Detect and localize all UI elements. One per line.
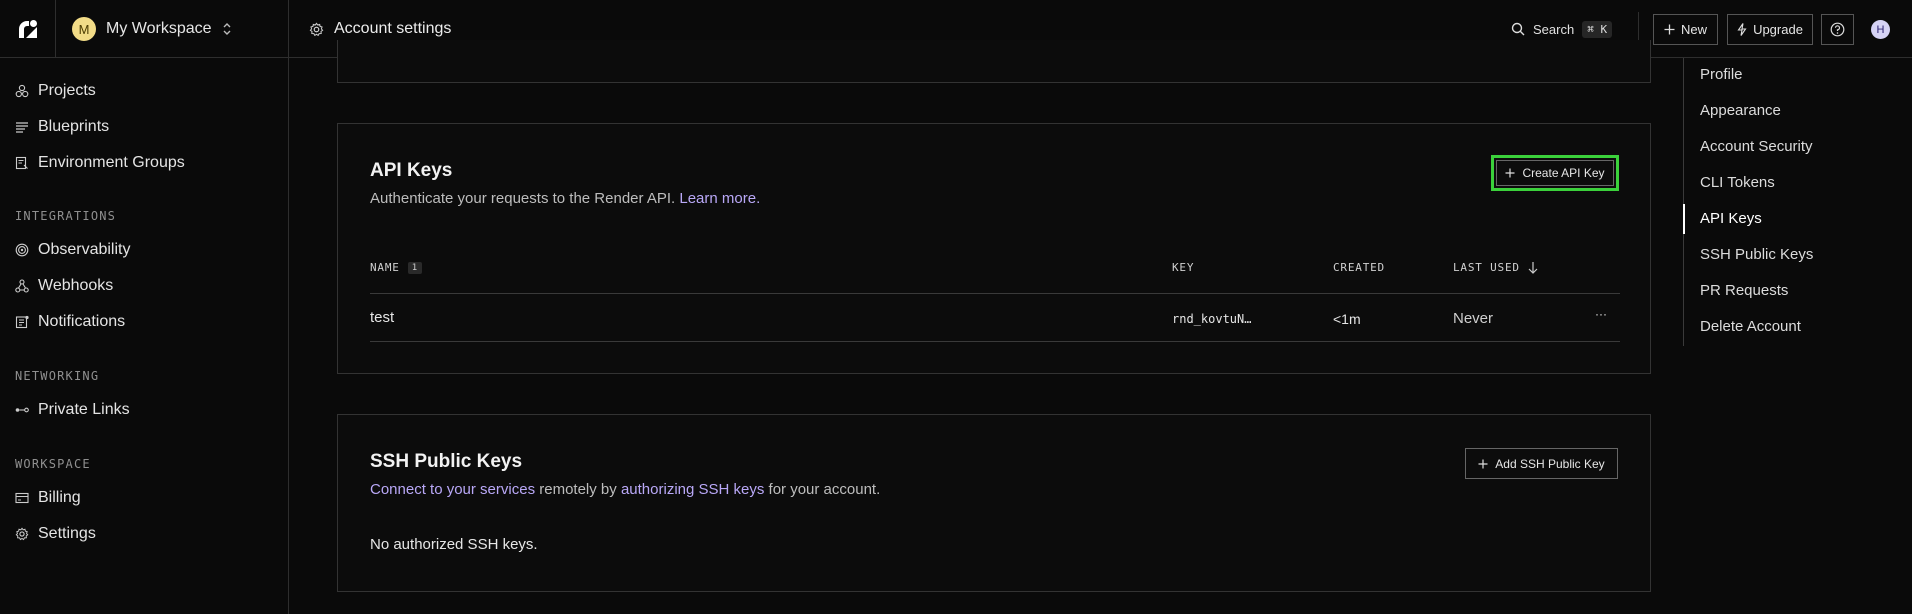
toc-item-api-keys[interactable]: API Keys: [1700, 210, 1762, 227]
search-icon: [1511, 22, 1525, 36]
api-key-created: <1m: [1333, 311, 1361, 327]
sidebar-item-private-links[interactable]: Private Links: [15, 398, 130, 422]
toc-item-pr-requests[interactable]: PR Requests: [1700, 282, 1788, 299]
sidebar-item-environment-groups[interactable]: Environment Groups: [15, 151, 185, 175]
arrow-down-icon: [1528, 262, 1538, 274]
render-logo[interactable]: [0, 0, 56, 58]
previous-section-card: [337, 40, 1651, 83]
api-key-name: test: [370, 309, 395, 326]
ssh-keys-card: SSH Public Keys Connect to your services…: [337, 414, 1651, 592]
add-ssh-key-button[interactable]: Add SSH Public Key: [1465, 448, 1618, 479]
notifications-icon: [15, 315, 29, 329]
toc-item-account-security[interactable]: Account Security: [1700, 138, 1813, 155]
help-icon: [1830, 22, 1845, 37]
plus-icon: [1664, 24, 1675, 35]
render-logo-icon: [18, 20, 37, 38]
column-header-last-used[interactable]: LAST USED: [1453, 261, 1539, 274]
env-groups-icon: [15, 156, 28, 170]
toc-item-cli-tokens[interactable]: CLI Tokens: [1700, 174, 1775, 191]
webhooks-icon: [15, 279, 29, 293]
column-header-name[interactable]: NAME 1: [370, 261, 422, 274]
sidebar-item-settings[interactable]: Settings: [15, 522, 96, 546]
chevron-updown-icon: [222, 22, 232, 36]
sidebar-item-observability[interactable]: Observability: [15, 238, 130, 262]
sidebar-item-blueprints[interactable]: Blueprints: [15, 115, 109, 139]
create-api-key-highlight: Create API Key: [1491, 155, 1619, 191]
workspace-heading: WORKSPACE: [15, 457, 91, 471]
user-avatar[interactable]: H: [1871, 20, 1890, 39]
workspace-name: My Workspace: [106, 20, 212, 37]
authorizing-ssh-keys-link[interactable]: authorizing SSH keys: [621, 481, 764, 498]
sidebar-item-billing[interactable]: Billing: [15, 486, 81, 510]
table-header-divider: [370, 293, 1620, 294]
sidebar-item-projects[interactable]: Projects: [15, 79, 96, 103]
gear-icon: [309, 22, 324, 36]
lightning-icon: [1737, 23, 1747, 36]
toc-item-delete-account[interactable]: Delete Account: [1700, 318, 1801, 335]
learn-more-link[interactable]: Learn more.: [679, 190, 760, 207]
search-shortcut: ⌘ K: [1582, 20, 1613, 38]
search-label: Search: [1533, 21, 1575, 37]
toc-active-indicator: [1683, 204, 1685, 234]
networking-heading: NETWORKING: [15, 369, 100, 383]
help-button[interactable]: [1821, 14, 1854, 45]
billing-icon: [15, 492, 29, 504]
blueprints-icon: [16, 122, 28, 133]
create-api-key-button[interactable]: Create API Key: [1496, 160, 1614, 186]
table-row-divider: [370, 341, 1620, 342]
settings-toc: Profile Appearance Account Security CLI …: [1683, 58, 1912, 346]
column-header-created[interactable]: CREATED: [1333, 261, 1385, 274]
sidebar: Projects Blueprints Environment Groups I…: [0, 58, 289, 614]
projects-icon: [15, 84, 29, 98]
upgrade-button[interactable]: Upgrade: [1727, 14, 1813, 45]
api-key-last-used: Never: [1453, 310, 1494, 327]
observability-icon: [15, 243, 29, 257]
column-header-key: KEY: [1172, 261, 1195, 274]
row-menu-button[interactable]: ···: [1595, 307, 1607, 321]
ssh-keys-description: Connect to your services remotely by aut…: [370, 481, 881, 498]
ssh-keys-empty-state: No authorized SSH keys.: [370, 536, 538, 553]
ssh-keys-title: SSH Public Keys: [370, 451, 523, 472]
workspace-avatar: M: [72, 17, 96, 41]
workspace-switcher[interactable]: M My Workspace: [56, 0, 289, 58]
integrations-heading: INTEGRATIONS: [15, 209, 117, 223]
new-button[interactable]: New: [1653, 14, 1718, 45]
api-keys-title: API Keys: [370, 160, 453, 181]
private-links-icon: [15, 407, 29, 413]
sort-order-badge: 1: [407, 262, 422, 274]
plus-icon: [1478, 459, 1488, 468]
api-keys-description: Authenticate your requests to the Render…: [370, 190, 761, 207]
page-title: Account settings: [334, 20, 452, 37]
settings-icon: [15, 527, 29, 541]
connect-services-link[interactable]: Connect to your services: [370, 481, 535, 498]
sidebar-item-webhooks[interactable]: Webhooks: [15, 274, 113, 298]
toc-item-ssh-public-keys[interactable]: SSH Public Keys: [1700, 246, 1813, 263]
toc-item-appearance[interactable]: Appearance: [1700, 102, 1781, 119]
toc-item-profile[interactable]: Profile: [1700, 66, 1743, 83]
sidebar-item-notifications[interactable]: Notifications: [15, 310, 125, 334]
api-key-value: rnd_kovtuN…: [1172, 312, 1252, 326]
plus-icon: [1505, 168, 1515, 178]
api-keys-card: API Keys Authenticate your requests to t…: [337, 123, 1651, 374]
